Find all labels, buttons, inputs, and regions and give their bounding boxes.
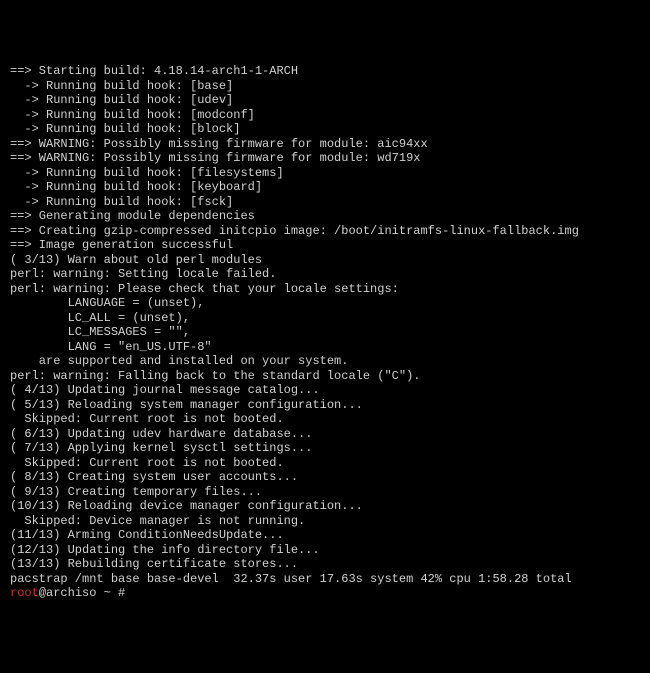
terminal-line: pacstrap /mnt base base-devel 32.37s use… bbox=[10, 572, 640, 587]
terminal-line: perl: warning: Setting locale failed. bbox=[10, 267, 640, 282]
terminal-line: LC_MESSAGES = "", bbox=[10, 325, 640, 340]
terminal-line: Skipped: Device manager is not running. bbox=[10, 514, 640, 529]
terminal-line: -> Running build hook: [keyboard] bbox=[10, 180, 640, 195]
terminal-line: perl: warning: Please check that your lo… bbox=[10, 282, 640, 297]
terminal-line: are supported and installed on your syst… bbox=[10, 354, 640, 369]
prompt-host: @archiso bbox=[39, 586, 97, 600]
terminal-line: ==> WARNING: Possibly missing firmware f… bbox=[10, 151, 640, 166]
terminal-line: LANGUAGE = (unset), bbox=[10, 296, 640, 311]
terminal-line: ==> Generating module dependencies bbox=[10, 209, 640, 224]
terminal-line: ( 9/13) Creating temporary files... bbox=[10, 485, 640, 500]
terminal-line: ( 8/13) Creating system user accounts... bbox=[10, 470, 640, 485]
terminal-line: LC_ALL = (unset), bbox=[10, 311, 640, 326]
terminal-line: (10/13) Reloading device manager configu… bbox=[10, 499, 640, 514]
terminal-line: ( 3/13) Warn about old perl modules bbox=[10, 253, 640, 268]
terminal-line: ==> Creating gzip-compressed initcpio im… bbox=[10, 224, 640, 239]
terminal-line: (13/13) Rebuilding certificate stores... bbox=[10, 557, 640, 572]
terminal-line: -> Running build hook: [block] bbox=[10, 122, 640, 137]
terminal-line: -> Running build hook: [base] bbox=[10, 79, 640, 94]
prompt-user: root bbox=[10, 586, 39, 600]
terminal-line: ==> WARNING: Possibly missing firmware f… bbox=[10, 137, 640, 152]
terminal-line: ( 5/13) Reloading system manager configu… bbox=[10, 398, 640, 413]
terminal-line: -> Running build hook: [modconf] bbox=[10, 108, 640, 123]
terminal-output: ==> Starting build: 4.18.14-arch1-1-ARCH… bbox=[10, 64, 640, 586]
terminal-line: ( 4/13) Updating journal message catalog… bbox=[10, 383, 640, 398]
terminal-line: perl: warning: Falling back to the stand… bbox=[10, 369, 640, 384]
terminal-line: (12/13) Updating the info directory file… bbox=[10, 543, 640, 558]
terminal-line: Skipped: Current root is not booted. bbox=[10, 412, 640, 427]
terminal-line: ( 6/13) Updating udev hardware database.… bbox=[10, 427, 640, 442]
terminal-line: -> Running build hook: [filesystems] bbox=[10, 166, 640, 181]
terminal-line: ==> Image generation successful bbox=[10, 238, 640, 253]
prompt-path: ~ # bbox=[96, 586, 132, 600]
terminal-line: ==> Starting build: 4.18.14-arch1-1-ARCH bbox=[10, 64, 640, 79]
terminal-line: (11/13) Arming ConditionNeedsUpdate... bbox=[10, 528, 640, 543]
terminal-line: LANG = "en_US.UTF-8" bbox=[10, 340, 640, 355]
shell-prompt[interactable]: root@archiso ~ # bbox=[10, 586, 640, 601]
terminal-line: ( 7/13) Applying kernel sysctl settings.… bbox=[10, 441, 640, 456]
terminal-line: -> Running build hook: [udev] bbox=[10, 93, 640, 108]
terminal-line: -> Running build hook: [fsck] bbox=[10, 195, 640, 210]
terminal-line: Skipped: Current root is not booted. bbox=[10, 456, 640, 471]
